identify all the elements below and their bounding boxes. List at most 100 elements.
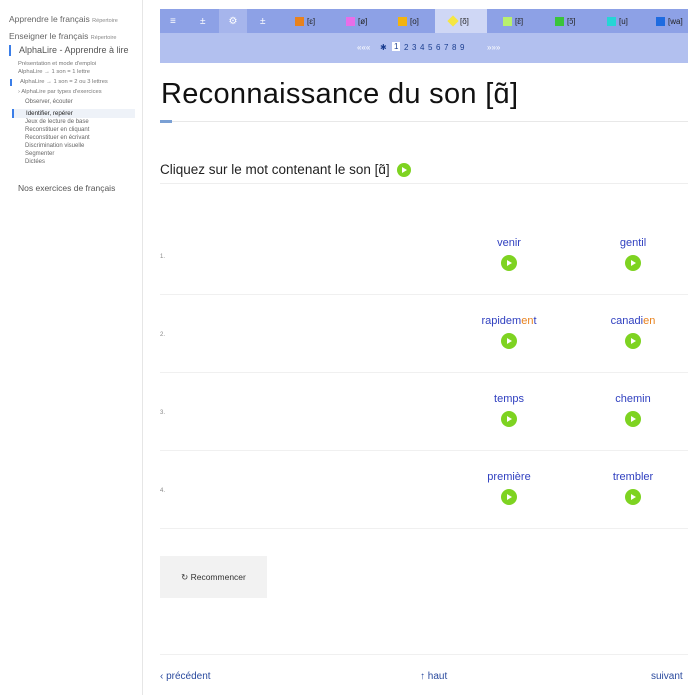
word-segment: en: [643, 315, 656, 327]
pager-next[interactable]: »»»: [487, 43, 500, 52]
plus-minus-button[interactable]: ±: [200, 9, 206, 33]
settings-button[interactable]: ⚙: [219, 9, 247, 33]
play-word-button[interactable]: [501, 333, 517, 349]
pager-page[interactable]: 4: [420, 43, 424, 52]
instruction-divider: [160, 183, 688, 184]
row-divider: [160, 450, 688, 451]
sound-label: [ɛ̃]: [515, 16, 524, 26]
word-choice-left[interactable]: temps: [469, 393, 549, 405]
sound-tab-o-nasal[interactable]: [õ]: [435, 9, 487, 33]
diamond-icon: [447, 15, 459, 27]
title-accent: [160, 120, 172, 123]
pager-page[interactable]: 2: [404, 43, 408, 52]
menu-button[interactable]: ≡: [170, 9, 176, 33]
play-word-button[interactable]: [501, 411, 517, 427]
word-segment: t: [533, 315, 537, 327]
plus-minus-alt-button[interactable]: ±: [260, 9, 266, 33]
page-title: Reconnaissance du son [ɑ̃]: [161, 78, 519, 110]
restart-label: ↻ Recommencer: [181, 571, 246, 582]
pager-page[interactable]: 5: [428, 43, 432, 52]
color-swatch: [398, 16, 407, 26]
word-segment: rapidem: [481, 315, 522, 327]
word-choice-right[interactable]: canadien: [593, 315, 673, 327]
play-word-button[interactable]: [625, 489, 641, 505]
sidebar-subitem-observer[interactable]: Observer, écouter: [25, 99, 73, 106]
word-segment: venir: [497, 237, 521, 249]
sound-tab-wa[interactable]: [wa]: [656, 9, 683, 33]
pager-prev[interactable]: «««: [357, 43, 370, 52]
sound-tab-in[interactable]: [ɛ̃]: [503, 9, 523, 33]
pager-page[interactable]: 6: [436, 43, 440, 52]
sidebar-subitem-identifier[interactable]: Identifier, repérer: [12, 109, 135, 118]
play-word-button[interactable]: [501, 489, 517, 505]
sidebar-subitem-jeux[interactable]: Jeux de lecture de base: [25, 119, 89, 126]
play-word-button[interactable]: [625, 411, 641, 427]
sidebar-link-label: Enseigner le français: [9, 31, 89, 41]
sound-tab-eu[interactable]: [ø]: [346, 9, 367, 33]
instruction-text: Cliquez sur le mot contenant le son [ɑ̃]: [160, 162, 390, 177]
sound-tab-o[interactable]: [o]: [398, 9, 419, 33]
word-choice-right[interactable]: chemin: [593, 393, 673, 405]
play-instruction-button[interactable]: [397, 163, 412, 178]
pager-page[interactable]: 9: [460, 43, 464, 52]
restart-button[interactable]: ↻ Recommencer: [160, 556, 267, 598]
sound-tab-ou[interactable]: [u]: [607, 9, 628, 33]
sidebar: Apprendre le français Répertoire Enseign…: [0, 0, 143, 695]
sound-label: [o]: [410, 16, 419, 26]
row-divider: [160, 372, 688, 373]
sidebar-link-types-exercices[interactable]: › AlphaLire par types d'exercices: [18, 89, 102, 96]
sidebar-subitem-dictees[interactable]: Dictées: [25, 159, 45, 166]
sidebar-link-nos-exercices[interactable]: Nos exercices de français: [18, 183, 115, 193]
pager-page[interactable]: 8: [452, 43, 456, 52]
sound-label: [õ]: [460, 16, 469, 26]
sound-toolbar: ≡ ± ⚙ ± [ɛ] [ø] [o] [õ] [ɛ̃] [ɔ̃] [u] [w…: [160, 9, 688, 33]
next-link[interactable]: suivant: [651, 671, 683, 682]
color-swatch: [503, 16, 512, 26]
sound-label: [u]: [619, 16, 628, 26]
sound-label: [ɔ̃]: [567, 16, 576, 26]
word-segment: en: [521, 315, 534, 327]
previous-link[interactable]: ‹ précédent: [160, 671, 211, 682]
sidebar-link-1son1lettre[interactable]: AlphaLire → 1 son = 1 lettre: [18, 69, 90, 76]
sound-label: [ɛ]: [307, 16, 316, 26]
sidebar-link-1son2lettres[interactable]: AlphaLire → 1 son = 2 ou 3 lettres: [10, 79, 108, 86]
sound-tab-on[interactable]: [ɔ̃]: [555, 9, 575, 33]
word-segment: première: [487, 471, 531, 483]
word-choice-right[interactable]: gentil: [593, 237, 673, 249]
play-word-button[interactable]: [625, 255, 641, 271]
pager-star[interactable]: ✱: [380, 43, 387, 52]
exercise-pager: ««« ✱ 1 2 3 4 5 6 7 8 9 »»»: [160, 33, 688, 63]
sidebar-link-label: Apprendre le français: [9, 14, 90, 24]
sidebar-link-apprendre[interactable]: Apprendre le français Répertoire: [9, 12, 137, 28]
sound-tab-e-open[interactable]: [ɛ]: [295, 9, 315, 33]
row-number: 3.: [160, 410, 166, 416]
word-segment: gentil: [619, 237, 647, 249]
top-link[interactable]: ↑ haut: [420, 671, 447, 682]
pager-page[interactable]: 3: [412, 43, 416, 52]
pager-page-current[interactable]: 1: [392, 42, 401, 51]
row-number: 2.: [160, 332, 166, 338]
sidebar-section-alphalire[interactable]: AlphaLire - Apprendre à lire: [9, 45, 129, 56]
row-number: 4.: [160, 488, 166, 494]
word-segment: chemin: [615, 393, 651, 405]
sidebar-link-presentation[interactable]: Présentation et mode d'emploi: [18, 61, 96, 68]
exercise-instruction: Cliquez sur le mot contenant le son [ɑ̃]: [160, 162, 412, 178]
row-number: 1.: [160, 254, 166, 260]
sidebar-link-tag: Répertoire: [90, 35, 117, 41]
word-segment: temps: [494, 393, 524, 405]
play-word-button[interactable]: [625, 333, 641, 349]
pager-page[interactable]: 7: [444, 43, 448, 52]
word-choice-left[interactable]: venir: [469, 237, 549, 249]
sidebar-subitem-reconstituer-cliquant[interactable]: Reconstituer en cliquant: [25, 127, 89, 134]
title-divider: [160, 121, 688, 122]
sidebar-subitem-segmenter[interactable]: Segmenter: [25, 151, 54, 158]
play-word-button[interactable]: [501, 255, 517, 271]
word-choice-left[interactable]: première: [469, 471, 549, 483]
word-segment: canadi: [610, 315, 644, 327]
word-choice-right[interactable]: trembler: [593, 471, 673, 483]
menu-icon: ≡: [170, 15, 176, 27]
sidebar-subitem-reconstituer-ecrivant[interactable]: Reconstituer en écrivant: [25, 135, 90, 142]
word-choice-left[interactable]: rapidement: [469, 315, 549, 327]
sidebar-link-enseigner[interactable]: Enseigner le français Répertoire: [9, 29, 137, 45]
sidebar-subitem-discrimination[interactable]: Discrimination visuelle: [25, 143, 84, 150]
